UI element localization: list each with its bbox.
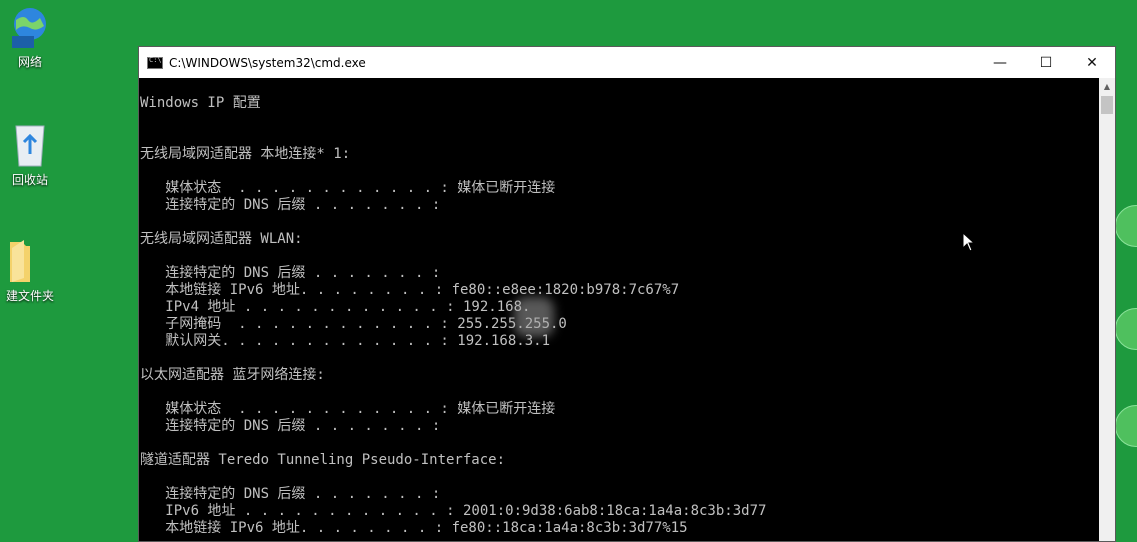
console-line: IPv4 地址 . . . . . . . . . . . . : 192.16… <box>140 299 531 315</box>
window-title: C:\WINDOWS\system32\cmd.exe <box>169 55 366 70</box>
console-line: 媒体状态 . . . . . . . . . . . . : 媒体已断开连接 <box>140 401 556 417</box>
desktop-icon-network[interactable]: 网络 <box>0 6 60 70</box>
side-widget[interactable] <box>1115 308 1137 350</box>
vertical-scrollbar[interactable]: ▲ <box>1099 78 1115 541</box>
mouse-cursor-icon <box>962 232 976 252</box>
side-widget[interactable] <box>1115 405 1137 447</box>
console-line: 连接特定的 DNS 后缀 . . . . . . . : <box>140 418 441 434</box>
desktop-icon-label: 回收站 <box>11 173 48 187</box>
scroll-up-arrow-icon[interactable]: ▲ <box>1099 78 1115 94</box>
console-line: 连接特定的 DNS 后缀 . . . . . . . : <box>140 486 441 502</box>
console-output[interactable]: Windows IP 配置 无线局域网适配器 本地连接* 1: 媒体状态 . .… <box>139 78 1100 541</box>
network-icon <box>12 8 46 48</box>
side-widget[interactable] <box>1115 205 1137 247</box>
recycle-bin-icon <box>15 125 45 167</box>
desktop-icon-label: 建文件夹 <box>5 289 54 303</box>
console-line: 媒体状态 . . . . . . . . . . . . : 媒体已断开连接 <box>140 180 556 196</box>
console-line: 无线局域网适配器 本地连接* 1: <box>140 146 351 162</box>
console-line: 无线局域网适配器 WLAN: <box>140 231 303 247</box>
console-line: 连接特定的 DNS 后缀 . . . . . . . : <box>140 197 441 213</box>
console-line: 本地链接 IPv6 地址. . . . . . . . : fe80::18ca… <box>140 520 688 536</box>
scrollbar-thumb[interactable] <box>1101 96 1113 114</box>
desktop-icon-recycle-bin[interactable]: 回收站 <box>0 120 60 188</box>
console-line: IPv6 地址 . . . . . . . . . . . . : 2001:0… <box>140 503 767 519</box>
console-line: 隧道适配器 Teredo Tunneling Pseudo-Interface: <box>140 452 506 468</box>
desktop-icon-label: 网络 <box>17 55 42 69</box>
close-button[interactable]: ✕ <box>1069 47 1115 78</box>
console-line: Windows IP 配置 <box>140 95 261 111</box>
redaction-blur <box>514 297 554 337</box>
maximize-button[interactable]: ☐ <box>1023 47 1069 78</box>
title-bar[interactable]: C:\WINDOWS\system32\cmd.exe — ☐ ✕ <box>139 47 1115 78</box>
console-line: 以太网适配器 蓝牙网络连接: <box>140 367 325 383</box>
console-line: 连接特定的 DNS 后缀 . . . . . . . : <box>140 265 441 281</box>
desktop-icon-new-folder[interactable]: 建文件夹 <box>0 236 60 304</box>
console-line: 本地链接 IPv6 地址. . . . . . . . : fe80::e8ee… <box>140 282 680 298</box>
console-line: 默认网关. . . . . . . . . . . . . : 192.168.… <box>140 333 551 349</box>
folder-icon <box>10 240 30 282</box>
minimize-button[interactable]: — <box>977 47 1023 78</box>
console-line: 子网掩码 . . . . . . . . . . . . : 255.255.2… <box>140 316 567 332</box>
cmd-app-icon[interactable] <box>147 56 163 69</box>
cmd-window: C:\WINDOWS\system32\cmd.exe — ☐ ✕ Window… <box>138 46 1116 542</box>
